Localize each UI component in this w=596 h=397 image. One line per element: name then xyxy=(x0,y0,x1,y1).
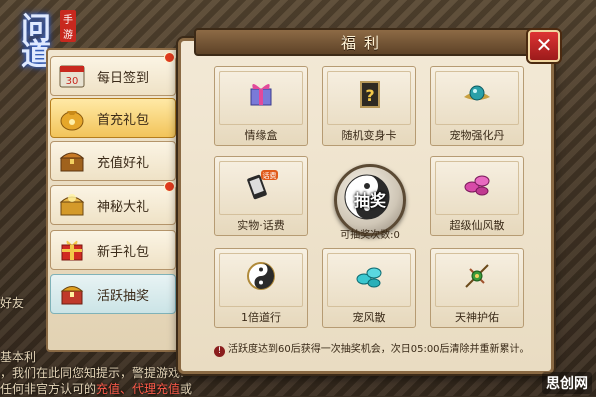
notification-dot xyxy=(164,52,175,63)
menu-item-label: 神秘大礼 xyxy=(97,200,150,215)
notification-dot xyxy=(164,181,175,192)
treasure-chest-icon xyxy=(59,152,85,172)
reward-label: 实物·话费 xyxy=(237,219,285,232)
watermark: 思创网 xyxy=(542,372,592,394)
phone-tag: 话费 xyxy=(263,171,277,180)
notice-text: 活跃度达到60后获得一次抽奖机会，次日05:00后清除并重新累计。 xyxy=(228,344,530,355)
menu-item-recharge-gift[interactable]: 充值好礼 xyxy=(50,141,176,181)
reward-label: 宠风散 xyxy=(352,311,386,324)
gold-chest-icon xyxy=(59,194,85,216)
warning-icon: ! xyxy=(214,346,225,357)
reward-slot[interactable]: 话费 实物·话费 xyxy=(214,156,308,236)
background-chat-line: 任何非官方认可的充值、代理充值或 xyxy=(0,382,193,396)
reward-label: 随机变身卡 xyxy=(341,129,397,142)
draw-count: 可抽奖次数:0 xyxy=(340,230,400,241)
phone-icon: 话费 xyxy=(247,170,278,200)
calendar-icon: 30 xyxy=(59,65,85,88)
lottery-notice: ! 活跃度达到60后获得一次抽奖机会，次日05:00后清除并重新累计。 xyxy=(214,340,544,357)
pink-gems-icon xyxy=(464,175,490,196)
menu-item-label: 新手礼包 xyxy=(97,245,150,260)
menu-item-newbie-gift[interactable]: 新手礼包 xyxy=(50,230,176,270)
close-icon: ✕ xyxy=(535,33,553,57)
reward-label: 情缘盒 xyxy=(244,129,278,142)
background-chat-line: ，我们在此同您知提示，警提游戏: xyxy=(0,366,185,380)
dialog-title: 福利 xyxy=(340,34,387,52)
mystery-card-icon: ? xyxy=(360,81,380,108)
ribbon-box-icon xyxy=(250,84,272,106)
menu-item-daily-signin[interactable]: 30 每日签到 xyxy=(50,56,176,96)
menu-item-label: 首充礼包 xyxy=(97,113,150,128)
background-chat-line: 基本利 xyxy=(0,350,37,364)
lottery-chest-icon xyxy=(60,286,84,305)
reward-label: 天神护佑 xyxy=(455,311,499,324)
reward-slot[interactable]: 1倍道行 xyxy=(214,248,308,328)
menu-item-label: 充值好礼 xyxy=(97,156,150,171)
orb-icon xyxy=(464,85,490,101)
reward-slot[interactable]: 超级仙风散 xyxy=(430,156,524,236)
reward-label: 超级仙风散 xyxy=(449,219,505,232)
reward-slot[interactable]: 宠物强化丹 xyxy=(430,66,524,146)
amulet-icon xyxy=(465,264,489,288)
reward-slot[interactable]: 情缘盒 xyxy=(214,66,308,146)
reward-slot[interactable]: ? 随机变身卡 xyxy=(322,66,416,146)
reward-slot[interactable]: 天神护佑 xyxy=(430,248,524,328)
svg-text:30: 30 xyxy=(66,76,79,87)
menu-item-label: 每日签到 xyxy=(97,71,150,86)
menu-item-mystery-gift[interactable]: 神秘大礼 xyxy=(50,185,176,225)
lottery-label: 抽奖 xyxy=(353,191,386,210)
dialog-title-bar: 福利 xyxy=(194,28,534,56)
svg-text:?: ? xyxy=(365,86,374,105)
money-bag-icon xyxy=(60,111,84,131)
yin-yang-icon xyxy=(247,262,275,290)
reward-label: 1倍道行 xyxy=(241,311,281,324)
menu-item-active-lottery[interactable]: 活跃抽奖 xyxy=(50,274,176,314)
background-chat-line: 好友 xyxy=(0,296,25,310)
reward-label: 宠物强化丹 xyxy=(449,129,505,142)
close-button[interactable]: ✕ xyxy=(528,30,560,62)
menu-item-first-recharge[interactable]: 首充礼包 xyxy=(50,98,176,138)
menu-item-label: 活跃抽奖 xyxy=(97,289,150,304)
logo-tag: 手游 xyxy=(60,10,76,42)
gift-box-icon xyxy=(61,240,83,261)
cyan-gems-icon xyxy=(356,267,382,288)
reward-slot[interactable]: 宠风散 xyxy=(322,248,416,328)
